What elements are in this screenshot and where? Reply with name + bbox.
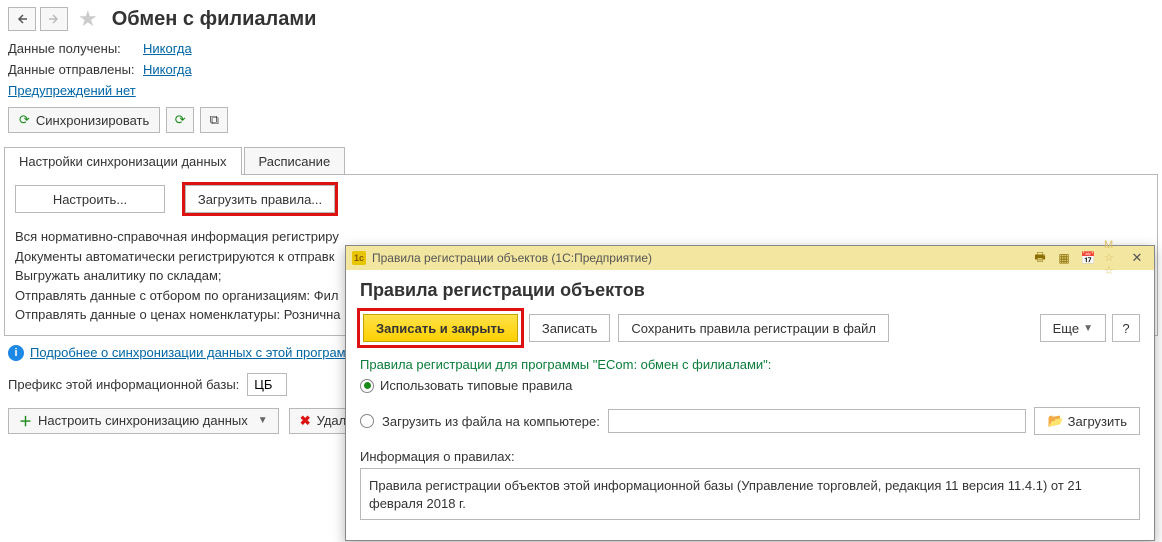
chevron-down-icon: ▼ [258, 415, 268, 426]
back-button[interactable] [8, 7, 36, 31]
arrow-right-icon [48, 13, 60, 25]
print-icon[interactable]: 🖶 [1032, 250, 1048, 266]
save-rules-file-button[interactable]: Сохранить правила регистрации в файл [618, 314, 889, 342]
info-sent-row: Данные отправлены: Никогда [0, 59, 1162, 80]
more-info-link[interactable]: Подробнее о синхронизации данных с этой … [30, 345, 346, 360]
chevron-down-icon: ▼ [1083, 323, 1093, 334]
file-path-input[interactable] [608, 409, 1027, 433]
more-button[interactable]: Еще ▼ [1040, 314, 1106, 342]
calendar-icon[interactable]: 📅 [1080, 250, 1096, 266]
folder-icon: 📂 [1047, 413, 1063, 429]
save-close-button[interactable]: Записать и закрыть [363, 314, 518, 342]
load-file-button[interactable]: 📂 Загрузить [1034, 407, 1140, 435]
dialog-titlebar[interactable]: 1c Правила регистрации объектов (1С:Пред… [346, 246, 1154, 270]
warnings-row: Предупреждений нет [0, 80, 1162, 101]
calculator-icon[interactable]: ▦ [1056, 250, 1072, 266]
sync-button-label: Синхронизировать [36, 113, 149, 128]
radio-load-file-label: Загрузить из файла на компьютере: [382, 414, 600, 429]
page-title: Обмен с филиалами [112, 8, 317, 31]
radio-use-default-row: Использовать типовые правила [360, 378, 1140, 393]
favorite-star-icon[interactable]: ★ [78, 6, 98, 32]
dialog-toolbar: Записать и закрыть Записать Сохранить пр… [360, 311, 1140, 345]
sent-label: Данные отправлены: [8, 62, 143, 77]
radio-load-file-row: Загрузить из файла на компьютере: 📂 Загр… [360, 407, 1140, 435]
titlebar-icons: 🖶 ▦ 📅 M ☆ ☆ [1032, 250, 1120, 266]
tabs: Настройки синхронизации данных Расписани… [0, 147, 1162, 175]
dialog-toolbar-right: Еще ▼ ? [1040, 314, 1140, 342]
copy-icon: ⧉ [210, 112, 219, 128]
radio-use-default-label: Использовать типовые правила [380, 378, 572, 393]
dialog-close-button[interactable]: ✕ [1126, 249, 1148, 267]
configure-sync-button[interactable]: ＋ Настроить синхронизацию данных ▼ [8, 408, 279, 434]
radio-load-file[interactable] [360, 414, 374, 428]
prefix-label: Префикс этой информационной базы: [8, 377, 239, 392]
tab-settings[interactable]: Настройки синхронизации данных [4, 147, 242, 175]
arrow-left-icon [16, 13, 28, 25]
app-1c-icon: 1c [352, 251, 366, 265]
load-rules-button[interactable]: Загрузить правила... [185, 185, 335, 213]
dialog-body: Правила регистрации объектов Записать и … [346, 270, 1154, 530]
rules-dialog: 1c Правила регистрации объектов (1С:Пред… [345, 245, 1155, 541]
configure-sync-label: Настроить синхронизацию данных [38, 413, 248, 428]
rules-subhead: Правила регистрации для программы "ECom:… [360, 357, 1140, 372]
received-value-link[interactable]: Никогда [143, 41, 192, 56]
info-received-row: Данные получены: Никогда [0, 38, 1162, 59]
main-toolbar: ⟳ Синхронизировать ⟳ ⧉ [0, 101, 1162, 139]
radio-use-default[interactable] [360, 379, 374, 393]
save-close-highlight: Записать и закрыть [360, 311, 521, 345]
delete-icon: ✖ [300, 413, 311, 429]
refresh-search-icon: ⟳ [175, 112, 186, 128]
load-file-button-label: Загрузить [1068, 414, 1127, 429]
dialog-heading: Правила регистрации объектов [360, 280, 1140, 301]
sent-value-link[interactable]: Никогда [143, 62, 192, 77]
copy-button[interactable]: ⧉ [200, 107, 228, 133]
header-row: ★ Обмен с филиалами [0, 0, 1162, 38]
help-button[interactable]: ? [1112, 314, 1140, 342]
rules-info-label: Информация о правилах: [360, 449, 1140, 464]
mtaxi-text: M ☆ ☆ [1104, 250, 1120, 266]
rules-info-box: Правила регистрации объектов этой информ… [360, 468, 1140, 520]
save-button[interactable]: Записать [529, 314, 611, 342]
forward-button[interactable] [40, 7, 68, 31]
configure-button[interactable]: Настроить... [15, 185, 165, 213]
plus-icon: ＋ [19, 411, 32, 430]
more-button-label: Еще [1053, 321, 1079, 336]
dialog-titlebar-text: Правила регистрации объектов (1С:Предпри… [372, 251, 1026, 265]
info-icon: i [8, 345, 24, 361]
refresh-search-button[interactable]: ⟳ [166, 107, 194, 133]
refresh-icon: ⟳ [19, 112, 30, 128]
tab-schedule[interactable]: Расписание [244, 147, 346, 175]
sync-button[interactable]: ⟳ Синхронизировать [8, 107, 160, 133]
tab-button-row: Настроить... Загрузить правила... [15, 185, 1147, 213]
warnings-link[interactable]: Предупреждений нет [8, 83, 136, 98]
prefix-input[interactable] [247, 373, 287, 396]
info-line: Вся нормативно-справочная информация рег… [15, 227, 1147, 247]
received-label: Данные получены: [8, 41, 143, 56]
